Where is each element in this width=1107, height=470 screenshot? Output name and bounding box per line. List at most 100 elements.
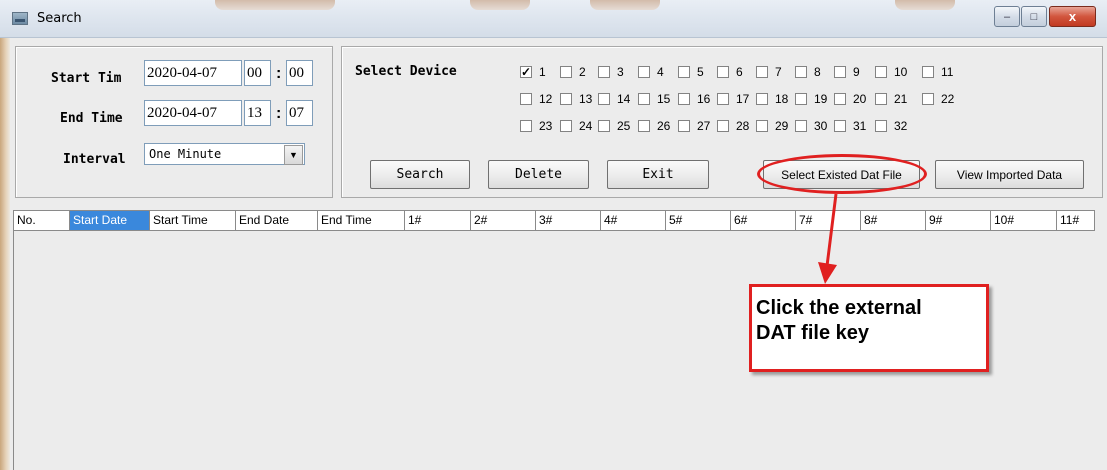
checkbox-icon[interactable]: [922, 66, 934, 78]
start-date-field[interactable]: 2020-04-07: [144, 60, 242, 86]
device-checkbox-10[interactable]: 10: [875, 65, 907, 79]
column-header[interactable]: 11#: [1057, 210, 1095, 231]
device-checkbox-20[interactable]: 20: [834, 92, 866, 106]
checkbox-icon[interactable]: [795, 120, 807, 132]
checkbox-icon[interactable]: [520, 93, 532, 105]
device-checkbox-label: 6: [736, 65, 743, 79]
checkbox-icon[interactable]: [756, 93, 768, 105]
checkbox-icon[interactable]: [560, 93, 572, 105]
checkbox-icon[interactable]: [638, 66, 650, 78]
checkbox-icon[interactable]: [717, 120, 729, 132]
checkbox-icon[interactable]: [560, 120, 572, 132]
column-header[interactable]: 8#: [861, 210, 926, 231]
checkbox-icon[interactable]: [638, 93, 650, 105]
checkbox-icon[interactable]: [875, 66, 887, 78]
device-checkbox-label: 17: [736, 92, 750, 106]
device-checkbox-30[interactable]: 30: [795, 119, 827, 133]
start-hour-field[interactable]: 00: [244, 60, 271, 86]
callout-line-2: DAT file key: [756, 322, 869, 344]
interval-select[interactable]: One Minute ▼: [144, 143, 305, 165]
checkbox-icon[interactable]: [717, 66, 729, 78]
device-checkbox-32[interactable]: 32: [875, 119, 907, 133]
exit-button[interactable]: Exit: [607, 160, 709, 189]
checkbox-checked-icon[interactable]: ✓: [520, 66, 532, 78]
start-minute-field[interactable]: 00: [286, 60, 313, 86]
checkbox-icon[interactable]: [598, 66, 610, 78]
column-header[interactable]: 10#: [991, 210, 1057, 231]
device-checkbox-23[interactable]: 23: [520, 119, 552, 133]
checkbox-icon[interactable]: [598, 93, 610, 105]
device-checkbox-13[interactable]: 13: [560, 92, 592, 106]
minimize-button[interactable]: –: [994, 6, 1020, 27]
checkbox-icon[interactable]: [875, 93, 887, 105]
device-checkbox-11[interactable]: 11: [922, 65, 953, 79]
column-header[interactable]: Start Time: [150, 210, 236, 231]
dropdown-arrow-icon[interactable]: ▼: [284, 145, 303, 165]
maximize-button[interactable]: □: [1021, 6, 1047, 27]
device-checkbox-15[interactable]: 15: [638, 92, 670, 106]
end-date-field[interactable]: 2020-04-07: [144, 100, 242, 126]
device-checkbox-27[interactable]: 27: [678, 119, 710, 133]
checkbox-icon[interactable]: [678, 120, 690, 132]
device-checkbox-16[interactable]: 16: [678, 92, 710, 106]
column-header[interactable]: 6#: [731, 210, 796, 231]
device-checkbox-26[interactable]: 26: [638, 119, 670, 133]
checkbox-icon[interactable]: [678, 93, 690, 105]
checkbox-icon[interactable]: [834, 66, 846, 78]
delete-button[interactable]: Delete: [488, 160, 589, 189]
device-checkbox-12[interactable]: 12: [520, 92, 552, 106]
device-checkbox-9[interactable]: 9: [834, 65, 860, 79]
device-checkbox-29[interactable]: 29: [756, 119, 788, 133]
device-checkbox-3[interactable]: 3: [598, 65, 624, 79]
checkbox-icon[interactable]: [756, 66, 768, 78]
column-header[interactable]: 1#: [405, 210, 471, 231]
device-checkbox-label: 4: [657, 65, 664, 79]
checkbox-icon[interactable]: [598, 120, 610, 132]
view-imported-data-button[interactable]: View Imported Data: [935, 160, 1084, 189]
end-minute-field[interactable]: 07: [286, 100, 313, 126]
column-header[interactable]: Start Date: [70, 210, 150, 231]
device-checkbox-17[interactable]: 17: [717, 92, 749, 106]
column-header[interactable]: 4#: [601, 210, 666, 231]
device-checkbox-1[interactable]: ✓ 1: [520, 65, 546, 79]
device-checkbox-24[interactable]: 24: [560, 119, 592, 133]
checkbox-icon[interactable]: [678, 66, 690, 78]
device-checkbox-2[interactable]: 2: [560, 65, 586, 79]
column-header[interactable]: No.: [14, 210, 70, 231]
interval-label: Interval: [63, 152, 126, 167]
column-header[interactable]: End Date: [236, 210, 318, 231]
device-checkbox-14[interactable]: 14: [598, 92, 630, 106]
checkbox-icon[interactable]: [834, 93, 846, 105]
device-checkbox-19[interactable]: 19: [795, 92, 827, 106]
device-checkbox-22[interactable]: 22: [922, 92, 954, 106]
device-checkbox-4[interactable]: 4: [638, 65, 664, 79]
column-header[interactable]: 3#: [536, 210, 601, 231]
device-checkbox-7[interactable]: 7: [756, 65, 782, 79]
column-header[interactable]: 9#: [926, 210, 991, 231]
device-checkbox-21[interactable]: 21: [875, 92, 907, 106]
checkbox-icon[interactable]: [638, 120, 650, 132]
column-header[interactable]: End Time: [318, 210, 405, 231]
device-checkbox-31[interactable]: 31: [834, 119, 866, 133]
checkbox-icon[interactable]: [795, 66, 807, 78]
device-checkbox-label: 18: [775, 92, 789, 106]
device-checkbox-5[interactable]: 5: [678, 65, 704, 79]
search-button[interactable]: Search: [370, 160, 470, 189]
end-hour-field[interactable]: 13: [244, 100, 271, 126]
device-checkbox-25[interactable]: 25: [598, 119, 630, 133]
checkbox-icon[interactable]: [756, 120, 768, 132]
column-header[interactable]: 2#: [471, 210, 536, 231]
device-checkbox-18[interactable]: 18: [756, 92, 788, 106]
checkbox-icon[interactable]: [717, 93, 729, 105]
device-checkbox-8[interactable]: 8: [795, 65, 821, 79]
checkbox-icon[interactable]: [875, 120, 887, 132]
checkbox-icon[interactable]: [922, 93, 934, 105]
device-checkbox-6[interactable]: 6: [717, 65, 743, 79]
close-button[interactable]: x: [1049, 6, 1096, 27]
checkbox-icon[interactable]: [520, 120, 532, 132]
checkbox-icon[interactable]: [834, 120, 846, 132]
checkbox-icon[interactable]: [795, 93, 807, 105]
device-checkbox-28[interactable]: 28: [717, 119, 749, 133]
column-header[interactable]: 5#: [666, 210, 731, 231]
checkbox-icon[interactable]: [560, 66, 572, 78]
